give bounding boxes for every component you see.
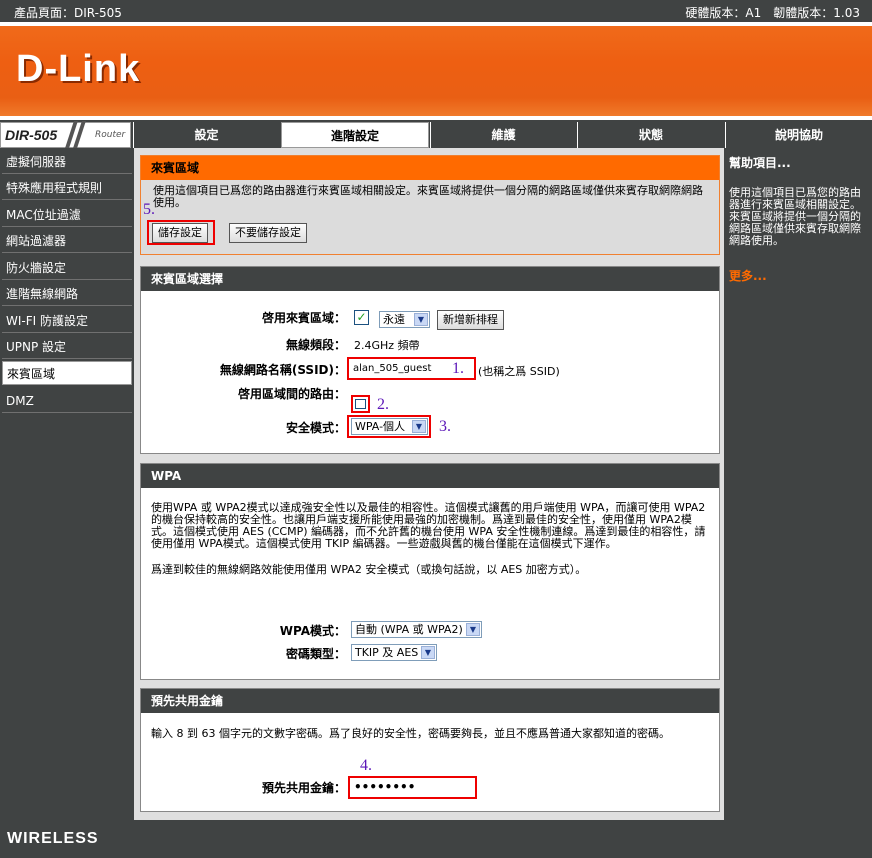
security-mode-value: WPA-個人 (355, 420, 406, 433)
dont-save-button[interactable]: 不要儲存設定 (229, 223, 307, 243)
help-title: 幫助項目... (729, 156, 791, 170)
chevron-down-icon: ▼ (421, 646, 435, 659)
wpa-mode-value: 自動 (WPA 或 WPA2) (355, 623, 463, 636)
guest-zone-title: 來賓區域 (141, 156, 719, 180)
wpa-title: WPA (141, 464, 719, 488)
model-name: DIR-505 (5, 127, 58, 143)
tab-status[interactable]: 狀態 (577, 122, 724, 148)
product-page-label: 產品頁面：DIR-505 (14, 6, 122, 20)
cipher-type-select[interactable]: TKIP 及 AES ▼ (351, 644, 437, 661)
wpa-desc-2: 爲達到較佳的無線網路效能使用僅用 WPA2 安全模式（或換句話說，以 AES 加… (151, 563, 587, 576)
model-bars-icon (63, 121, 89, 151)
footer: WIRELESS (0, 820, 872, 858)
chevron-down-icon: ▼ (414, 313, 428, 326)
psk-label: 預先共用金鑰： (261, 781, 346, 795)
ssid-input[interactable]: alan_505_guest (353, 363, 449, 377)
new-schedule-button[interactable]: 新增新排程 (437, 310, 504, 330)
security-mode-label: 安全模式： (285, 421, 346, 435)
sidebar-item-guest-zone[interactable]: 來賓區域 (2, 361, 132, 385)
annotation-1: 1. (452, 360, 464, 377)
sidebar-item-upnp[interactable]: UPNP 設定 (2, 335, 132, 359)
version-label: 硬體版本：A1 韌體版本：1.03 (685, 6, 860, 20)
wpa-desc-container: 使用WPA 或 WPA2模式以達成強安全性以及最佳的相容性。這個模式讓舊的用戶端… (141, 488, 719, 582)
sidebar-item-advanced-wireless[interactable]: 進階無線網路 (2, 282, 132, 306)
sidebar-item-mac-filter[interactable]: MAC位址過濾 (2, 203, 132, 227)
sidebar-item-virtual-server[interactable]: 虛擬伺服器 (2, 150, 132, 174)
psk-title: 預先共用金鑰 (141, 689, 719, 713)
sidebar-item-firewall[interactable]: 防火牆設定 (2, 256, 132, 280)
inter-zone-routing-label: 啓用區域間的路由： (237, 387, 346, 401)
top-info-bar: 產品頁面：DIR-505 硬體版本：A1 韌體版本：1.03 (0, 0, 872, 22)
wpa-mode-select[interactable]: 自動 (WPA 或 WPA2) ▼ (351, 621, 482, 638)
psk-desc: 輸入 8 到 63 個字元的文數字密碼。爲了良好的安全性，密碼要夠長，並且不應爲… (151, 727, 670, 740)
enable-guest-zone-checkbox[interactable]: ✓ (354, 310, 369, 325)
chevron-down-icon: ▼ (466, 623, 480, 636)
wpa-mode-label: WPA模式： (279, 624, 346, 638)
tab-setup[interactable]: 設定 (133, 122, 279, 148)
tab-maintenance[interactable]: 維護 (430, 122, 576, 148)
band-label: 無線頻段： (285, 338, 346, 352)
model-badge: DIR-505 Router (0, 121, 131, 151)
help-more-link[interactable]: 更多... (729, 267, 867, 284)
chevron-down-icon: ▼ (412, 420, 426, 433)
sidebar-item-wifi-protected[interactable]: WI-FI 防護設定 (2, 309, 132, 333)
guest-zone-panel: 來賓區域 使用這個項目已爲您的路由器進行來賓區域相關設定。來賓區域將提供一個分隔… (140, 155, 720, 255)
help-panel: 幫助項目... 使用這個項目已爲您的路由器進行來賓區域相關設定。來賓區域將提供一… (724, 148, 872, 820)
band-value: 2.4GHz 頻帶 (354, 339, 420, 352)
annotation-4: 4. (360, 757, 372, 774)
save-button[interactable]: 儲存設定 (152, 223, 208, 243)
security-mode-select[interactable]: WPA-個人 ▼ (351, 418, 428, 435)
sidebar-item-special-apps[interactable]: 特殊應用程式規則 (2, 176, 132, 200)
annotation-2: 2. (377, 396, 389, 413)
psk-input[interactable]: •••••••• (354, 780, 415, 794)
schedule-select[interactable]: 永遠 ▼ (379, 311, 430, 328)
cipher-type-value: TKIP 及 AES (355, 646, 419, 659)
wpa-desc: 使用WPA 或 WPA2模式以達成強安全性以及最佳的相容性。這個模式讓舊的用戶端… (151, 501, 706, 550)
schedule-select-value: 永遠 (383, 313, 405, 326)
help-text: 使用這個項目已爲您的路由器進行來賓區域相關設定。來賓區域將提供一個分隔的網路區域… (729, 186, 861, 247)
sidebar-item-website-filter[interactable]: 網站過濾器 (2, 229, 132, 253)
guest-zone-selection-title: 來賓區域選擇 (141, 267, 719, 291)
dlink-logo: D-Link (16, 48, 141, 90)
tab-help[interactable]: 說明協助 (725, 122, 872, 148)
wireless-brand: WIRELESS (7, 830, 99, 847)
inter-zone-routing-checkbox[interactable] (355, 399, 366, 409)
enable-guest-zone-label: 啓用來賓區域： (261, 311, 346, 325)
sidebar: 虛擬伺服器 特殊應用程式規則 MAC位址過濾 網站過濾器 防火牆設定 進階無線網… (0, 148, 134, 820)
main-nav: DIR-505 Router 設定 進階設定 維護 狀態 說明協助 (0, 120, 872, 151)
main-content: 來賓區域 使用這個項目已爲您的路由器進行來賓區域相關設定。來賓區域將提供一個分隔… (134, 148, 724, 820)
guest-zone-desc: 使用這個項目已爲您的路由器進行來賓區域相關設定。來賓區域將提供一個分隔的網路區域… (153, 184, 703, 209)
sidebar-item-dmz[interactable]: DMZ (2, 389, 132, 413)
ssid-note: (也稱之爲 SSID) (478, 365, 560, 378)
header-banner: D-Link (0, 26, 872, 116)
ssid-label: 無線網路名稱(SSID)： (219, 363, 346, 377)
annotation-5: 5. (143, 201, 155, 218)
annotation-3: 3. (439, 418, 451, 435)
tab-advanced[interactable]: 進階設定 (281, 122, 429, 148)
cipher-type-label: 密碼類型： (285, 647, 346, 661)
router-label: Router (95, 130, 126, 140)
